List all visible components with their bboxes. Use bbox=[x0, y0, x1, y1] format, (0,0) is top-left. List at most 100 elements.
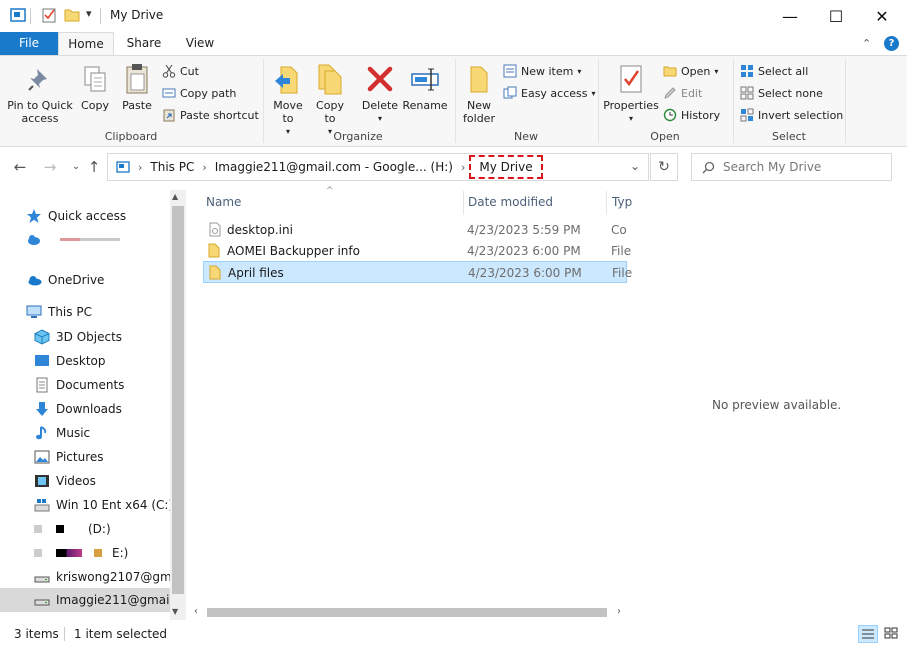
tab-home[interactable]: Home bbox=[58, 32, 114, 56]
table-row[interactable]: April files 4/23/2023 6:00 PM File bbox=[203, 261, 632, 283]
address-bar[interactable]: › This PC › Imaggie211@gmail.com - Googl… bbox=[107, 153, 649, 181]
nav-pictures[interactable]: Pictures bbox=[34, 445, 104, 469]
new-folder-button[interactable]: New folder bbox=[458, 58, 500, 125]
column-header-date-modified[interactable]: Date modified bbox=[468, 195, 553, 209]
file-date: 4/23/2023 6:00 PM bbox=[468, 266, 582, 280]
customize-toolbar-chevron-icon[interactable]: ▾ bbox=[86, 7, 92, 20]
edit-button[interactable]: Edit bbox=[663, 83, 702, 103]
paste-shortcut-button[interactable]: Paste shortcut bbox=[162, 105, 259, 125]
nav-videos[interactable]: Videos bbox=[34, 469, 96, 493]
nav-downloads[interactable]: Downloads bbox=[34, 397, 122, 421]
scroll-up-arrow-icon[interactable]: ▲ bbox=[172, 192, 178, 201]
history-label: History bbox=[681, 108, 721, 122]
move-to-button[interactable]: Move to ▾ bbox=[268, 58, 308, 138]
copy-path-button[interactable]: Copy path bbox=[162, 83, 236, 103]
tab-share[interactable]: Share bbox=[118, 32, 170, 56]
select-none-button[interactable]: Select none bbox=[740, 83, 823, 103]
horizontal-scroll-thumb[interactable] bbox=[207, 608, 607, 617]
nav-imaggie-drive[interactable]: Imaggie211@gmail.co bbox=[0, 588, 186, 612]
column-header-name[interactable]: Name bbox=[206, 195, 241, 209]
file-name: AOMEI Backupper info bbox=[227, 244, 360, 258]
nav-desktop[interactable]: Desktop bbox=[34, 349, 106, 373]
nav-kriswong-drive[interactable]: kriswong2107@gmail. bbox=[34, 565, 186, 589]
copy-path-label: Copy path bbox=[180, 86, 237, 100]
divider bbox=[606, 191, 607, 215]
new-item-dropdown-icon: ▾ bbox=[577, 66, 582, 76]
breadcrumb-drive[interactable]: Imaggie211@gmail.com - Google... (H:) bbox=[215, 160, 453, 174]
nav-music[interactable]: Music bbox=[34, 421, 90, 445]
cut-button[interactable]: Cut bbox=[162, 61, 199, 81]
open-label: Open bbox=[681, 64, 711, 78]
easy-access-label: Easy access bbox=[521, 86, 588, 100]
minimize-button[interactable]: — bbox=[767, 0, 813, 32]
search-box[interactable]: Search My Drive bbox=[691, 153, 892, 181]
scroll-right-arrow-icon[interactable]: › bbox=[617, 606, 621, 617]
properties-quick-icon[interactable] bbox=[41, 7, 57, 23]
explorer-app-icon[interactable] bbox=[10, 7, 26, 23]
breadcrumb-separator-icon: › bbox=[460, 160, 466, 174]
redacted-block bbox=[56, 549, 82, 557]
redacted-block bbox=[94, 549, 102, 557]
drive-icon bbox=[34, 549, 42, 557]
forward-arrow-icon[interactable]: → bbox=[40, 157, 60, 177]
history-button[interactable]: History bbox=[663, 105, 720, 125]
redacted-block bbox=[56, 525, 64, 533]
new-folder-quick-icon[interactable] bbox=[64, 7, 80, 23]
new-item-button[interactable]: New item ▾ bbox=[503, 61, 581, 81]
tab-file[interactable]: File bbox=[0, 32, 58, 56]
back-arrow-icon[interactable]: ← bbox=[10, 157, 30, 177]
paste-button[interactable]: Paste bbox=[118, 58, 156, 112]
breadcrumb-this-pc[interactable]: This PC bbox=[150, 160, 194, 174]
nav-this-pc[interactable]: This PC bbox=[26, 300, 92, 324]
file-date: 4/23/2023 6:00 PM bbox=[467, 244, 581, 258]
star-icon bbox=[26, 208, 42, 224]
refresh-button[interactable]: ↻ bbox=[650, 153, 678, 181]
pin-label: Pin to Quick access bbox=[7, 99, 73, 125]
document-icon bbox=[34, 377, 50, 393]
close-button[interactable]: ✕ bbox=[859, 0, 905, 32]
nav-drive-e[interactable]: E:) bbox=[34, 541, 128, 565]
scroll-left-arrow-icon[interactable]: ‹ bbox=[194, 606, 198, 617]
nav-drive-c[interactable]: Win 10 Ent x64 (C:) bbox=[34, 493, 173, 517]
open-folder-icon bbox=[663, 64, 677, 78]
navigation-pane: Quick access OneDrive This PC 3D Objects… bbox=[0, 187, 186, 619]
open-button[interactable]: Open ▾ bbox=[663, 61, 718, 81]
windows-drive-icon bbox=[34, 497, 50, 513]
pin-to-quick-access-button[interactable]: Pin to Quick access bbox=[4, 58, 76, 125]
details-view-button[interactable] bbox=[858, 625, 878, 643]
maximize-button[interactable]: ☐ bbox=[813, 0, 859, 32]
easy-access-button[interactable]: Easy access ▾ bbox=[503, 83, 596, 103]
collapse-ribbon-chevron-icon[interactable]: ⌃ bbox=[862, 37, 871, 50]
search-input[interactable]: Search My Drive bbox=[723, 160, 821, 174]
folder-icon bbox=[207, 243, 222, 258]
recent-locations-chevron-icon[interactable]: ⌄ bbox=[66, 157, 86, 177]
navigation-scroll-thumb[interactable] bbox=[172, 206, 184, 594]
nav-drive-d[interactable]: (D:) bbox=[34, 517, 111, 541]
properties-button[interactable]: Properties ▾ bbox=[603, 58, 659, 125]
nav-3d-objects[interactable]: 3D Objects bbox=[34, 325, 122, 349]
nav-onedrive[interactable]: OneDrive bbox=[26, 268, 104, 292]
rename-button[interactable]: Rename bbox=[402, 58, 448, 112]
up-arrow-icon[interactable]: ↑ bbox=[84, 157, 104, 177]
nav-redacted-item[interactable] bbox=[26, 227, 120, 251]
invert-selection-button[interactable]: Invert selection bbox=[740, 105, 843, 125]
breadcrumb-my-drive[interactable]: My Drive bbox=[469, 155, 543, 179]
computer-icon bbox=[26, 304, 42, 320]
copy-to-button[interactable]: Copy to ▾ bbox=[310, 58, 350, 138]
help-icon[interactable]: ? bbox=[884, 36, 899, 51]
large-icons-view-button[interactable] bbox=[882, 625, 902, 643]
nav-documents[interactable]: Documents bbox=[34, 373, 124, 397]
folder-icon bbox=[208, 265, 223, 280]
move-to-icon bbox=[272, 62, 304, 96]
select-all-button[interactable]: Select all bbox=[740, 61, 808, 81]
delete-button[interactable]: Delete ▾ bbox=[360, 58, 400, 125]
tab-view[interactable]: View bbox=[174, 32, 226, 56]
address-dropdown-chevron-icon[interactable]: ⌄ bbox=[630, 159, 640, 173]
file-name: April files bbox=[228, 266, 284, 280]
table-row[interactable]: AOMEI Backupper info 4/23/2023 6:00 PM F… bbox=[203, 240, 631, 262]
table-row[interactable]: desktop.ini 4/23/2023 5:59 PM Co bbox=[203, 219, 627, 241]
nav-quick-access[interactable]: Quick access bbox=[26, 204, 126, 228]
scroll-down-arrow-icon[interactable]: ▼ bbox=[172, 607, 178, 616]
copy-button[interactable]: Copy bbox=[76, 58, 114, 112]
ribbon: Pin to Quick access Copy Paste Cut Copy … bbox=[0, 55, 907, 147]
